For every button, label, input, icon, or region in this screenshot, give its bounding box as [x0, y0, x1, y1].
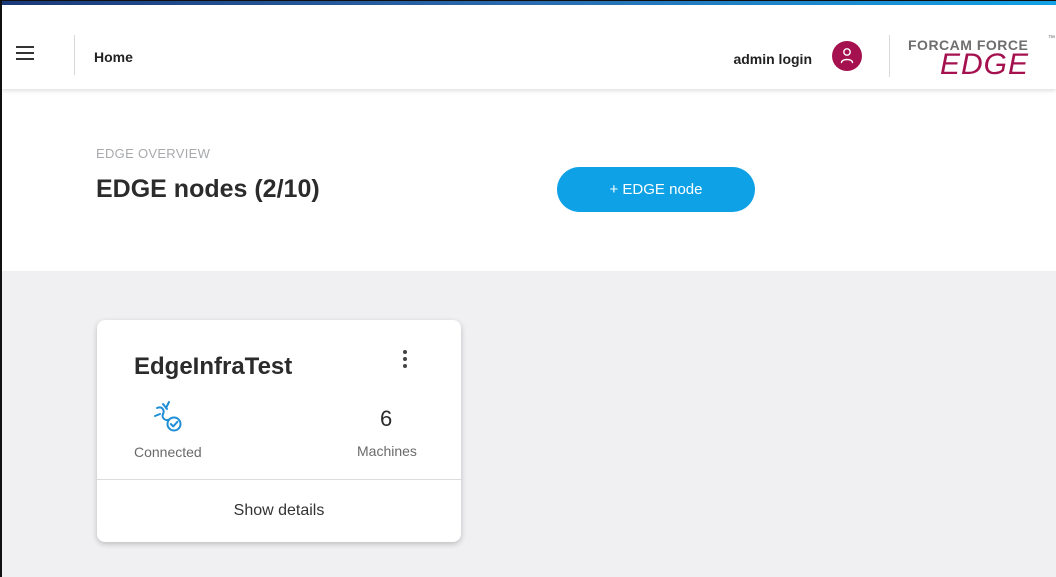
- edge-node-name: EdgeInfraTest: [134, 353, 293, 380]
- app-header: Home admin login FORCAM FORCE ™ EDGE: [2, 5, 1056, 89]
- brand-logo-trademark: ™: [1048, 35, 1055, 42]
- page-title: EDGE nodes (2/10): [96, 175, 320, 203]
- add-edge-node-button[interactable]: + EDGE node: [557, 167, 755, 212]
- machines-label: Machines: [357, 443, 417, 459]
- user-login-label[interactable]: admin login: [733, 51, 812, 67]
- app-window: Home admin login FORCAM FORCE ™ EDGE EDG…: [0, 0, 1056, 577]
- nodes-content-area: EdgeInfraTest Connected 6 Machines Show …: [2, 271, 1056, 577]
- plug-connected-icon: [153, 400, 185, 439]
- connection-status-label: Connected: [134, 444, 202, 460]
- hamburger-menu-icon[interactable]: [16, 46, 34, 60]
- header-divider-right: [889, 35, 890, 77]
- more-options-icon[interactable]: [399, 348, 411, 370]
- section-label: EDGE OVERVIEW: [96, 146, 211, 161]
- overview-section: EDGE OVERVIEW EDGE nodes (2/10) + EDGE n…: [2, 89, 1056, 271]
- edge-node-card: EdgeInfraTest Connected 6 Machines Show …: [97, 320, 461, 542]
- machines-count: 6: [380, 406, 393, 431]
- breadcrumb[interactable]: Home: [94, 49, 133, 65]
- user-avatar-icon[interactable]: [832, 41, 862, 71]
- header-divider: [74, 35, 75, 75]
- brand-logo-edge: EDGE: [940, 48, 1030, 81]
- show-details-button[interactable]: Show details: [97, 480, 461, 542]
